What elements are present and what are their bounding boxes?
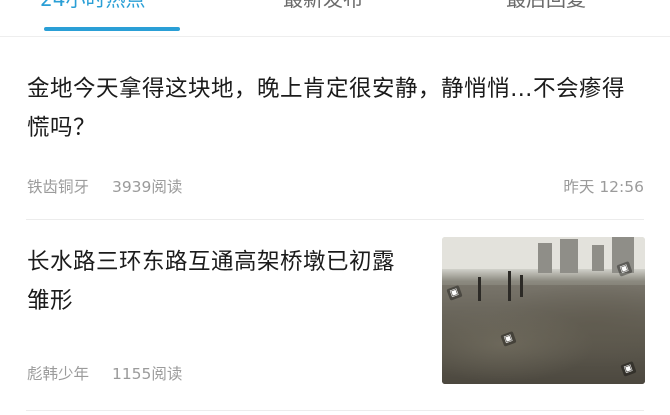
article-author[interactable]: 彪韩少年 bbox=[27, 365, 89, 383]
thumbnail-ground bbox=[442, 285, 645, 384]
thumbnail-pole bbox=[508, 271, 511, 301]
article-item[interactable]: 金地今天拿得这块地，晚上肯定很安静，静悄悄…不会瘆得慌吗？ 铁齿铜牙 3939阅… bbox=[0, 37, 670, 220]
article-time: 昨天 12:56 bbox=[563, 178, 644, 196]
tab-bar: 24小时热点 最新发布 最后回复 bbox=[0, 0, 670, 37]
article-thumbnail[interactable]: ▣ ▣ ▣ ▣ bbox=[442, 237, 645, 384]
thumbnail-building bbox=[538, 243, 552, 273]
thumbnail-pole bbox=[520, 275, 523, 297]
article-author[interactable]: 铁齿铜牙 bbox=[27, 178, 89, 196]
list-divider bbox=[26, 219, 644, 220]
tab-latest-reply[interactable]: 最后回复 bbox=[506, 0, 586, 12]
article-item[interactable]: 长水路三环东路互通高架桥墩已初露雏形 彪韩少年 1155阅读 ▣ ▣ ▣ ▣ bbox=[0, 221, 670, 415]
article-meta: 铁齿铜牙 3939阅读 bbox=[27, 175, 182, 197]
app-screen: 24小时热点 最新发布 最后回复 金地今天拿得这块地，晚上肯定很安静，静悄悄…不… bbox=[0, 0, 670, 415]
article-meta: 彪韩少年 1155阅读 bbox=[27, 362, 182, 384]
article-title[interactable]: 长水路三环东路互通高架桥墩已初露雏形 bbox=[27, 243, 417, 321]
tab-latest-posted[interactable]: 最新发布 bbox=[283, 0, 363, 12]
list-divider bbox=[26, 410, 644, 411]
thumbnail-building bbox=[592, 245, 604, 271]
article-title[interactable]: 金地今天拿得这块地，晚上肯定很安静，静悄悄…不会瘆得慌吗？ bbox=[27, 70, 647, 148]
article-read-count: 3939阅读 bbox=[111, 178, 183, 196]
active-tab-indicator bbox=[44, 27, 180, 31]
thumbnail-pole bbox=[478, 277, 481, 301]
article-read-count: 1155阅读 bbox=[111, 365, 183, 383]
tab-24h-hot[interactable]: 24小时热点 bbox=[40, 0, 145, 12]
thumbnail-building bbox=[560, 239, 578, 273]
